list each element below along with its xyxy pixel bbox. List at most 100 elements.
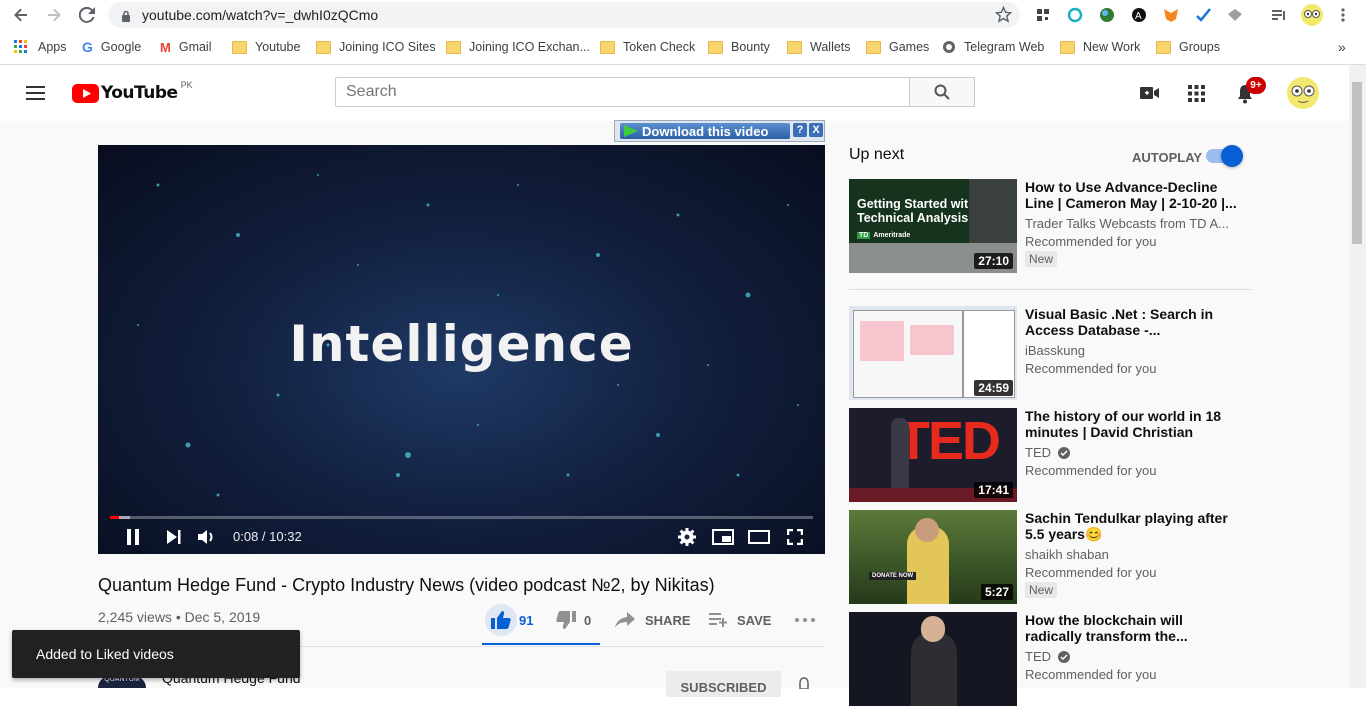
up-next-heading: Up next bbox=[849, 146, 905, 163]
autoplay-label: AUTOPLAY bbox=[1132, 150, 1203, 165]
search-button[interactable] bbox=[910, 77, 975, 107]
theater-mode-icon[interactable] bbox=[747, 525, 771, 549]
fullscreen-icon[interactable] bbox=[783, 525, 807, 549]
recommendation-channel[interactable]: TED bbox=[1025, 445, 1070, 460]
recommendation-title[interactable]: Sachin Tendulkar playing after 5.5 years… bbox=[1025, 510, 1240, 542]
bookmark-gmail[interactable]: M Gmail bbox=[160, 38, 212, 56]
apps-icon[interactable] bbox=[1188, 85, 1205, 107]
bookmark-token-check[interactable]: Token Check bbox=[600, 38, 695, 56]
new-badge: New bbox=[1025, 251, 1058, 267]
bookmark-youtube[interactable]: Youtube bbox=[232, 38, 300, 56]
bookmark-games[interactable]: Games bbox=[866, 38, 929, 56]
video-thumbnail[interactable]: Getting Started with Technical Analysis … bbox=[849, 179, 1017, 273]
video-thumbnail[interactable] bbox=[849, 612, 1017, 706]
verified-check-icon bbox=[1057, 447, 1070, 459]
dislike-button[interactable]: 0 bbox=[556, 610, 591, 630]
qr-extension-icon[interactable] bbox=[1034, 6, 1052, 24]
recommendation-channel[interactable]: shaikh shaban bbox=[1025, 547, 1109, 562]
browser-menu-icon[interactable] bbox=[1334, 6, 1352, 24]
star-icon[interactable] bbox=[994, 5, 1013, 28]
folder-icon bbox=[787, 40, 802, 54]
media-control-icon[interactable] bbox=[1270, 6, 1288, 24]
folder-icon bbox=[446, 40, 461, 54]
miniplayer-icon[interactable] bbox=[711, 525, 735, 549]
next-button[interactable] bbox=[162, 525, 186, 549]
settings-gear-icon[interactable] bbox=[675, 525, 699, 549]
bookmark-apps[interactable]: Apps bbox=[14, 38, 67, 56]
bookmark-bounty[interactable]: Bounty bbox=[708, 38, 770, 56]
bookmark-wallets[interactable]: Wallets bbox=[787, 38, 851, 56]
help-button[interactable]: ? bbox=[793, 123, 807, 137]
thumb-form-fields bbox=[860, 321, 904, 361]
forward-icon[interactable] bbox=[43, 4, 65, 26]
create-video-icon[interactable] bbox=[1140, 85, 1160, 106]
bookmark-groups[interactable]: Groups bbox=[1156, 38, 1220, 56]
share-arrow-icon bbox=[615, 612, 635, 628]
recommendation-item[interactable]: 24:59 Visual Basic .Net : Search in Acce… bbox=[849, 306, 1251, 400]
close-download-bar-button[interactable]: X bbox=[809, 123, 823, 137]
thumb-form-fields-2 bbox=[910, 325, 954, 355]
recommendation-channel[interactable]: TED bbox=[1025, 649, 1070, 664]
recommendation-item[interactable]: DONATE NOW 5:27 Sachin Tendulkar playing… bbox=[849, 510, 1251, 604]
account-avatar[interactable] bbox=[1286, 76, 1320, 115]
more-bookmarks-button[interactable]: » bbox=[1338, 38, 1346, 56]
search-box[interactable] bbox=[335, 77, 910, 107]
download-video-toolbar: Download this video ? X bbox=[614, 120, 825, 142]
recommendation-channel[interactable]: Trader Talks Webcasts from TD A... bbox=[1025, 216, 1229, 231]
folder-icon bbox=[232, 40, 247, 54]
youtube-logo[interactable]: YouTube PK bbox=[72, 80, 193, 103]
folder-icon bbox=[866, 40, 881, 54]
recommendation-title[interactable]: How the blockchain will radically transf… bbox=[1025, 612, 1240, 644]
video-player[interactable]: Intelligence 0:08 / 10:32 bbox=[98, 145, 825, 554]
recommendation-item[interactable]: How the blockchain will radically transf… bbox=[849, 612, 1251, 706]
gmail-icon: M bbox=[160, 39, 171, 55]
globe-extension-icon[interactable] bbox=[1098, 6, 1116, 24]
profile-avatar-icon[interactable] bbox=[1300, 3, 1324, 27]
recommendation-channel[interactable]: iBasskung bbox=[1025, 343, 1085, 358]
share-button[interactable]: SHARE bbox=[615, 610, 691, 630]
pause-button[interactable] bbox=[121, 525, 145, 549]
bookmark-joining-ico-exchanges[interactable]: Joining ICO Exchan... bbox=[446, 38, 590, 56]
address-bar[interactable]: youtube.com/watch?v=_dwhI0zQCmo bbox=[108, 2, 1020, 28]
recommendation-item[interactable]: Getting Started with Technical Analysis … bbox=[849, 179, 1251, 273]
metamask-icon[interactable] bbox=[1162, 6, 1180, 24]
more-actions-icon[interactable] bbox=[795, 610, 815, 630]
sync-extension-icon[interactable] bbox=[1066, 6, 1084, 24]
video-views-date: 2,245 views • Dec 5, 2019 bbox=[98, 609, 261, 625]
a-extension-icon[interactable]: A bbox=[1130, 6, 1148, 24]
recommendation-item[interactable]: TED 17:41 The history of our world in 18… bbox=[849, 408, 1251, 502]
notification-bell-icon[interactable] bbox=[797, 676, 811, 694]
download-video-button[interactable]: Download this video bbox=[620, 123, 790, 139]
video-thumbnail[interactable]: TED 17:41 bbox=[849, 408, 1017, 502]
bookmark-new-work[interactable]: New Work bbox=[1060, 38, 1140, 56]
youtube-play-icon bbox=[72, 83, 99, 103]
bookmark-joining-ico-sites[interactable]: Joining ICO Sites bbox=[316, 38, 436, 56]
scrollbar-thumb[interactable] bbox=[1352, 82, 1362, 244]
autoplay-toggle-knob[interactable] bbox=[1221, 145, 1243, 167]
google-icon: G bbox=[82, 39, 93, 55]
video-thumbnail[interactable]: DONATE NOW 5:27 bbox=[849, 510, 1017, 604]
bookmark-telegram-web[interactable]: Telegram Web bbox=[942, 38, 1044, 56]
recommendation-title[interactable]: Visual Basic .Net : Search in Access Dat… bbox=[1025, 306, 1240, 338]
td-ameritrade-logo: TD Ameritrade bbox=[857, 232, 911, 239]
volume-button[interactable] bbox=[195, 525, 219, 549]
video-title: Quantum Hedge Fund - Crypto Industry New… bbox=[98, 575, 715, 595]
search-input[interactable] bbox=[344, 78, 888, 106]
new-badge: New bbox=[1025, 582, 1058, 598]
recommendation-title[interactable]: The history of our world in 18 minutes |… bbox=[1025, 408, 1240, 440]
back-icon[interactable] bbox=[10, 4, 32, 26]
gem-extension-icon[interactable] bbox=[1226, 6, 1244, 24]
video-progress-bar[interactable] bbox=[110, 516, 813, 519]
menu-icon[interactable] bbox=[26, 85, 46, 106]
video-thumbnail[interactable]: 24:59 bbox=[849, 306, 1017, 400]
donate-banner: DONATE NOW bbox=[869, 572, 917, 580]
globe-icon bbox=[943, 41, 955, 53]
bookmark-google[interactable]: G Google bbox=[82, 38, 141, 56]
recommendation-title[interactable]: How to Use Advance-Decline Line | Camero… bbox=[1025, 179, 1240, 211]
save-button[interactable]: SAVE bbox=[709, 610, 771, 630]
like-button[interactable]: 91 bbox=[485, 604, 533, 636]
video-duration: 24:59 bbox=[974, 380, 1013, 396]
subscribed-button[interactable]: SUBSCRIBED bbox=[666, 671, 781, 697]
check-extension-icon[interactable] bbox=[1194, 6, 1212, 24]
reload-icon[interactable] bbox=[76, 4, 98, 26]
